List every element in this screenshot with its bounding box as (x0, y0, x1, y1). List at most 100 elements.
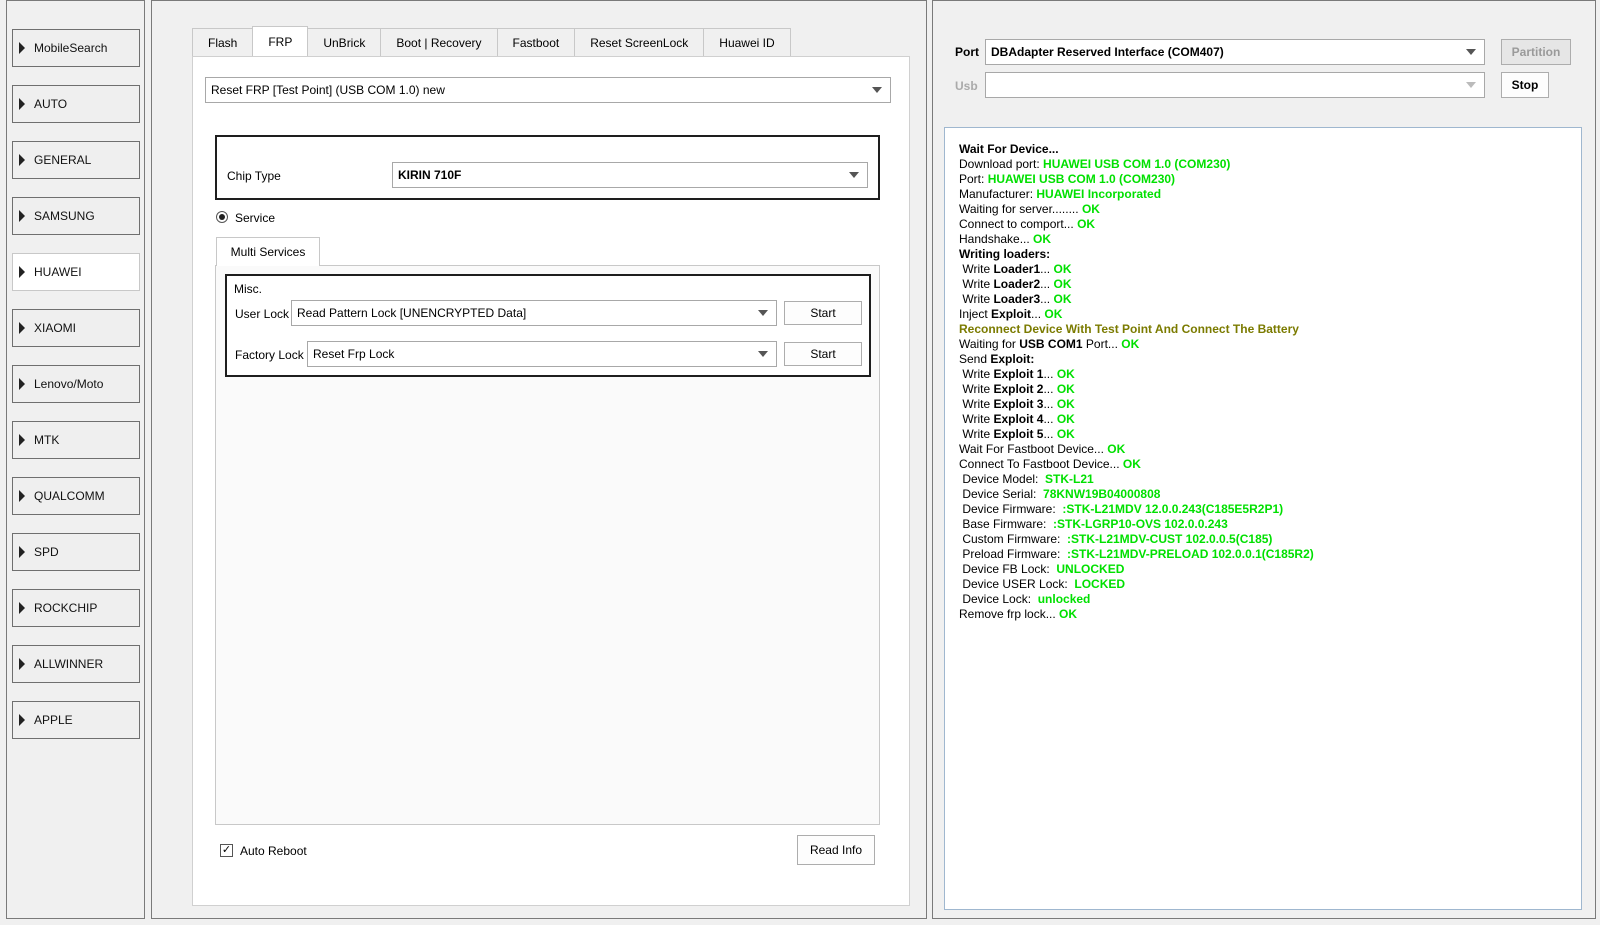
user-lock-start-button[interactable]: Start (784, 301, 862, 325)
sidebar-item-apple[interactable]: APPLE (12, 701, 140, 739)
caret-right-icon (19, 98, 25, 110)
log-segment: OK (1081, 202, 1100, 216)
caret-right-icon (19, 154, 25, 166)
log-line: Remove frp lock... OK (959, 607, 1567, 622)
log-segment: ... (1040, 292, 1054, 306)
log-segment: Write (959, 367, 994, 381)
log-segment: ... (1043, 382, 1057, 396)
service-radio[interactable] (216, 211, 228, 223)
log-line: Handshake... OK (959, 232, 1567, 247)
sidebar-item-general[interactable]: GENERAL (12, 141, 140, 179)
log-segment: HUAWEI Incorporated (1036, 187, 1162, 201)
log-segment: Exploit 1 (993, 367, 1044, 381)
log-segment: Device FB Lock: (959, 562, 1057, 576)
log-segment: Wait For Fastboot Device... (959, 442, 1108, 456)
log-segment: Write (959, 427, 994, 441)
chevron-down-icon (872, 87, 882, 93)
partition-button[interactable]: Partition (1501, 39, 1571, 65)
caret-right-icon (19, 266, 25, 278)
log-line: Write Loader1... OK (959, 262, 1567, 277)
caret-right-icon (19, 378, 25, 390)
factory-lock-start-button[interactable]: Start (784, 342, 862, 366)
log-segment: OK (1077, 217, 1096, 231)
log-segment: Exploit 2 (993, 382, 1044, 396)
user-lock-select[interactable]: Read Pattern Lock [UNENCRYPTED Data] (291, 300, 777, 326)
caret-right-icon (19, 602, 25, 614)
sidebar-item-xiaomi[interactable]: XIAOMI (12, 309, 140, 347)
log-line: Base Firmware: :STK-LGRP10-OVS 102.0.0.2… (959, 517, 1567, 532)
sidebar-item-huawei[interactable]: HUAWEI (12, 253, 140, 291)
sidebar-item-label: ROCKCHIP (34, 601, 98, 615)
log-line: Device FB Lock: UNLOCKED (959, 562, 1567, 577)
log-output: Wait For Device... Download port: HUAWEI … (944, 127, 1582, 910)
caret-right-icon (19, 714, 25, 726)
start-label: Start (810, 347, 836, 361)
sidebar-item-mtk[interactable]: MTK (12, 421, 140, 459)
tab-flash[interactable]: Flash (192, 28, 254, 56)
tab-fastboot[interactable]: Fastboot (496, 28, 576, 56)
log-segment: UNLOCKED (1056, 562, 1125, 576)
log-segment: Reconnect Device With Test Point And Con… (959, 322, 1299, 336)
log-segment: Device Firmware: (959, 502, 1063, 516)
tab-multi-services[interactable]: Multi Services (216, 237, 320, 266)
caret-right-icon (19, 434, 25, 446)
tab-reset-screenlock[interactable]: Reset ScreenLock (574, 28, 705, 56)
sidebar-item-spd[interactable]: SPD (12, 533, 140, 571)
read-info-button[interactable]: Read Info (797, 835, 875, 865)
tab-unbrick[interactable]: UnBrick (307, 28, 382, 56)
stop-button[interactable]: Stop (1501, 72, 1549, 98)
log-segment: OK (1053, 262, 1072, 276)
port-select[interactable]: DBAdapter Reserved Interface (COM407) (985, 39, 1485, 65)
log-line: Waiting for USB COM1 Port... OK (959, 337, 1567, 352)
log-segment: Loader1 (993, 262, 1041, 276)
log-segment: ... (1043, 412, 1057, 426)
user-lock-value: Read Pattern Lock [UNENCRYPTED Data] (297, 306, 527, 320)
chip-type-select[interactable]: KIRIN 710F (392, 162, 868, 188)
log-line: Connect To Fastboot Device... OK (959, 457, 1567, 472)
log-segment: OK (1122, 457, 1141, 471)
tab-huawei-id[interactable]: Huawei ID (703, 28, 791, 56)
read-info-label: Read Info (809, 843, 863, 857)
stop-label: Stop (1511, 78, 1539, 92)
chevron-down-icon (1466, 49, 1476, 55)
log-line: Device Model: STK-L21 (959, 472, 1567, 487)
sidebar-item-allwinner[interactable]: ALLWINNER (12, 645, 140, 683)
sidebar-item-mobilesearch[interactable]: MobileSearch (12, 29, 140, 67)
log-segment: Connect to comport... (959, 217, 1078, 231)
chevron-down-icon (758, 310, 768, 316)
caret-right-icon (19, 546, 25, 558)
log-segment: Device Model: (959, 472, 1046, 486)
sidebar-item-samsung[interactable]: SAMSUNG (12, 197, 140, 235)
service-radio-label: Service (235, 211, 276, 225)
sidebar-item-rockchip[interactable]: ROCKCHIP (12, 589, 140, 627)
log-segment: OK (1121, 337, 1140, 351)
log-segment: Exploit 4 (993, 412, 1044, 426)
auto-reboot-label: Auto Reboot (240, 844, 307, 858)
operation-select[interactable]: Reset FRP [Test Point] (USB COM 1.0) new (205, 77, 891, 103)
tab-boot-recovery[interactable]: Boot | Recovery (380, 28, 498, 56)
log-segment: Exploit 5 (993, 427, 1044, 441)
factory-lock-select[interactable]: Reset Frp Lock (307, 341, 777, 367)
sidebar-item-qualcomm[interactable]: QUALCOMM (12, 477, 140, 515)
tab-frp[interactable]: FRP (252, 26, 309, 56)
log-segment: Custom Firmware: (959, 532, 1068, 546)
log-line: Write Exploit 4... OK (959, 412, 1567, 427)
log-segment: 78KNW19B04000808 (1043, 487, 1161, 501)
sidebar-item-auto[interactable]: AUTO (12, 85, 140, 123)
log-segment: Port: (959, 172, 988, 186)
log-segment: USB COM1 (1019, 337, 1083, 351)
log-segment: ... (1040, 277, 1054, 291)
sidebar-item-lenovo-moto[interactable]: Lenovo/Moto (12, 365, 140, 403)
log-segment: Write (959, 382, 994, 396)
log-segment: :STK-LGRP10-OVS 102.0.0.243 (1053, 517, 1228, 531)
usb-select[interactable] (985, 72, 1485, 98)
log-line: Device Firmware: :STK-L21MDV 12.0.0.243(… (959, 502, 1567, 517)
auto-reboot-checkbox[interactable]: ✓ (220, 844, 233, 857)
tab-multi-services-label: Multi Services (230, 245, 306, 259)
sidebar-item-label: SAMSUNG (34, 209, 95, 223)
log-segment: OK (1056, 397, 1075, 411)
sidebar-item-label: APPLE (34, 713, 73, 727)
log-segment: OK (1056, 367, 1075, 381)
chevron-down-icon (1466, 82, 1476, 88)
log-line: Device Serial: 78KNW19B04000808 (959, 487, 1567, 502)
